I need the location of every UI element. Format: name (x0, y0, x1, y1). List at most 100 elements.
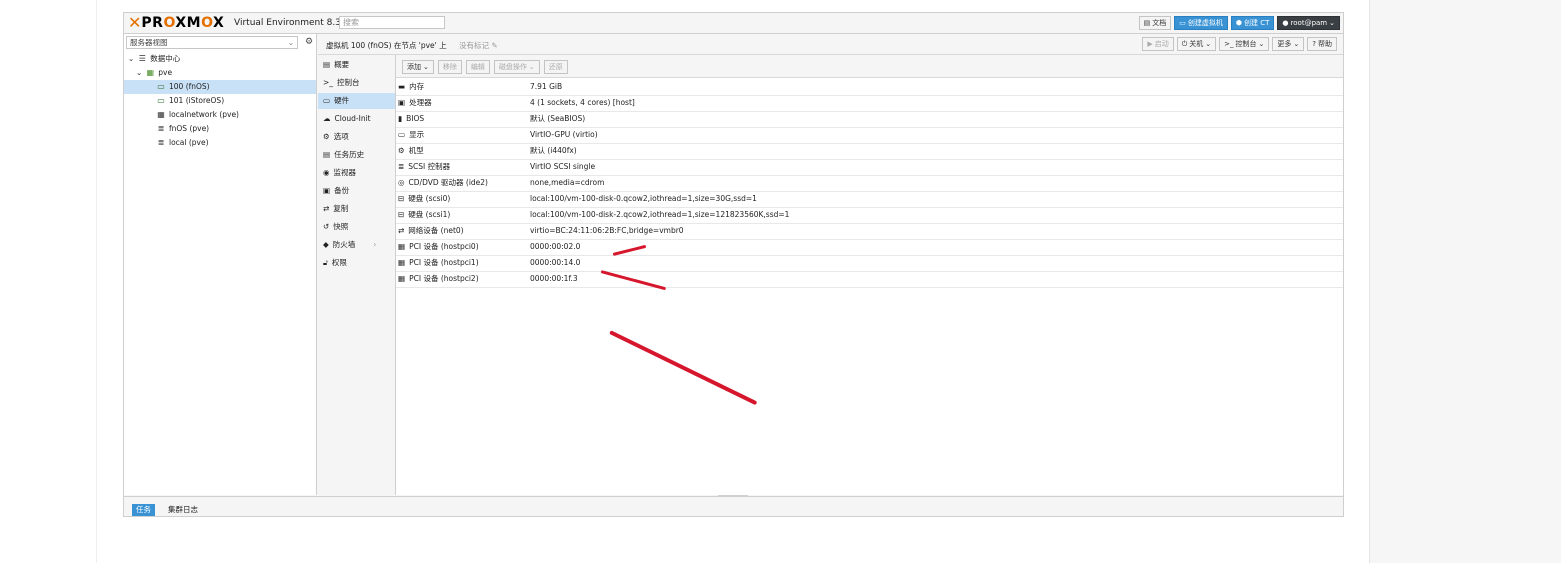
help-button[interactable]: ? 帮助 (1307, 37, 1337, 51)
collapse-icon: ⌄ (136, 68, 143, 77)
tree-node-vm-101[interactable]: ▭ 101 (iStoreOS) (156, 94, 314, 108)
shutdown-button[interactable]: ⏻ 关机 ⌄ (1176, 37, 1217, 51)
menu-item-backup[interactable]: ▣ 备份 (318, 183, 395, 199)
shield-icon: ◆ (323, 240, 329, 249)
menu-item-summary[interactable]: ▤ 概要 (318, 57, 395, 73)
history-icon: ↺ (323, 222, 330, 231)
vm-running-icon: ▭ (157, 82, 165, 91)
retweet-icon: ⇄ (323, 204, 330, 213)
gear-icon: ⚙ (323, 132, 330, 141)
version-label: Virtual Environment 8.3.2 (234, 18, 350, 28)
hardware-row-net0[interactable]: ⇄ 网络设备 (net0) virtio=BC:24:11:06:2B:FC,bri… (396, 223, 1343, 240)
power-icon: ⏻ (1181, 40, 1188, 48)
hardware-row-hostpci2[interactable]: ▦ PCI 设备 (hostpci2) 0000:00:1f.3 (396, 271, 1343, 288)
menu-item-options[interactable]: ⚙ 选项 (318, 129, 395, 145)
hardware-row-disk-scsi0[interactable]: ⊟ 硬盘 (scsi0) local:100/vm-100-disk-0.qcow2… (396, 191, 1343, 208)
create-vm-button[interactable]: ▭ 创建虚拟机 (1174, 16, 1228, 30)
hardware-row-display[interactable]: ▭ 显示 VirtIO-GPU (virtio) (396, 127, 1343, 144)
chevron-down-icon: ⌄ (1329, 19, 1335, 27)
tree-node-datacenter[interactable]: ⌄ ☰ 数据中心 (128, 52, 314, 66)
vm-running-icon: ▭ (157, 96, 165, 105)
hardware-row-scsi-controller[interactable]: ≣ SCSI 控制器 VirtIO SCSI single (396, 159, 1343, 176)
start-button[interactable]: ▶ 启动 (1142, 37, 1174, 51)
node-icon: ▦ (146, 68, 155, 77)
desktop-icon: ▭ (398, 130, 406, 139)
tree-node-storage-fnos[interactable]: ≣ fnOS (pve) (156, 122, 314, 136)
chevron-down-icon: ⌄ (423, 63, 429, 71)
hardware-row-hostpci1[interactable]: ▦ PCI 设备 (hostpci1) 0000:00:14.0 (396, 255, 1343, 272)
question-icon: ? (1312, 40, 1316, 48)
menu-item-replication[interactable]: ⇄ 复制 (318, 201, 395, 217)
user-menu-button[interactable]: ● root@pam ⌄ (1277, 16, 1340, 30)
cdrom-icon: ◎ (398, 178, 405, 187)
collapse-icon: ⌄ (128, 54, 135, 63)
tree-node-localnetwork[interactable]: ▦ localnetwork (pve) (156, 108, 314, 122)
tree-node-storage-local[interactable]: ≣ local (pve) (156, 136, 314, 150)
page-gutter-left (0, 0, 97, 563)
vm-nav-menu: ▤ 概要 >_ 控制台 ▭ 硬件 ☁ Cloud-Init ⚙ 选项 ▤ 任务历史 ◉ 监视器… (318, 55, 396, 495)
hardware-row-processor[interactable]: ▣ 处理器 4 (1 sockets, 4 cores) [host] (396, 95, 1343, 112)
tab-tasks[interactable]: 任务 (132, 504, 155, 516)
datacenter-icon: ☰ (138, 54, 146, 63)
monitor-icon: ▭ (1179, 19, 1186, 27)
play-icon: ▶ (1147, 40, 1153, 48)
exchange-icon: ⇄ (398, 226, 405, 235)
cloud-icon: ☁ (323, 114, 331, 123)
console-button[interactable]: >_ 控制台 ⌄ (1219, 37, 1270, 51)
search-input[interactable]: 搜索 (339, 16, 445, 29)
menu-item-cloud-init[interactable]: ☁ Cloud-Init (318, 111, 395, 127)
unlock-icon: 🔓︎ (323, 258, 328, 267)
more-button[interactable]: 更多 ⌄ (1272, 37, 1305, 51)
microchip-icon: ▮ (398, 114, 403, 123)
book-icon: ▤ (323, 60, 331, 69)
page-gutter-right (1369, 0, 1561, 563)
chevron-down-icon: ⌄ (1293, 40, 1300, 48)
create-ct-button[interactable]: ⬢ 创建 CT (1230, 16, 1275, 30)
book-icon: ▤ (1143, 19, 1151, 27)
menu-item-task-history[interactable]: ▤ 任务历史 (318, 147, 395, 163)
top-bar: ✕ PROXMOX Virtual Environment 8.3.2 搜索 ▤… (124, 13, 1343, 34)
gear-icon[interactable]: ⚙ (303, 36, 315, 49)
hardware-row-bios[interactable]: ▮ BIOS 默认 (SeaBIOS) (396, 111, 1343, 128)
tab-cluster-log[interactable]: 集群日志 (164, 504, 202, 516)
hardware-row-cdrom[interactable]: ◎ CD/DVD 驱动器 (ide2) none,media=cdrom (396, 175, 1343, 192)
menu-item-firewall[interactable]: ◆ 防火墙 › (318, 237, 395, 253)
chevron-down-icon: ⌄ (1258, 40, 1265, 48)
vm-title: 虚拟机 100 (fnOS) 在节点 'pve' 上 (326, 41, 447, 50)
chevron-right-icon: › (373, 240, 377, 249)
disk-action-button[interactable]: 磁盘操作 ⌄ (493, 60, 540, 74)
menu-item-console[interactable]: >_ 控制台 (318, 75, 395, 91)
docs-button[interactable]: ▤ 文档 (1138, 16, 1172, 30)
storage-icon: ≣ (157, 138, 165, 147)
hardware-row-machine[interactable]: ⚙ 机型 默认 (i440fx) (396, 143, 1343, 160)
menu-item-snapshots[interactable]: ↺ 快照 (318, 219, 395, 235)
brand-text: PROXMOX (141, 15, 225, 31)
hardware-toolbar: 添加 ⌄ 移除 编辑 磁盘操作 ⌄ 还原 (396, 55, 1343, 78)
tags-label[interactable]: 没有标记 ✎ (459, 41, 498, 50)
floppy-icon: ▣ (323, 186, 331, 195)
pci-card-icon: ▦ (398, 274, 406, 283)
tree-node-vm-100[interactable]: ▭ 100 (fnOS) (124, 80, 316, 94)
hardware-panel: 添加 ⌄ 移除 编辑 磁盘操作 ⌄ 还原 ▬ 内存 7.91 GiB ▣ 处理器 4 (1 … (396, 55, 1343, 495)
hardware-row-hostpci0[interactable]: ▦ PCI 设备 (hostpci0) 0000:00:02.0 (396, 239, 1343, 256)
resource-tree: 服务器视图 ⌄ ⚙ ⌄ ☰ 数据中心 ⌄ ▦ pve ▭ 100 (fnOS) ▭… (124, 34, 317, 495)
proxmox-logo[interactable]: ✕ PROXMOX (128, 15, 225, 32)
tree-node-pve[interactable]: ⌄ ▦ pve (136, 66, 314, 80)
menu-item-permissions[interactable]: 🔓︎ 权限 (318, 255, 395, 271)
storage-icon: ≣ (157, 124, 165, 133)
network-grid-icon: ▦ (157, 110, 165, 119)
menu-item-monitor[interactable]: ◉ 监视器 (318, 165, 395, 181)
hdd-icon: ⊟ (398, 194, 405, 203)
list-icon: ▤ (323, 150, 331, 159)
pencil-icon: ✎ (491, 41, 498, 50)
add-button[interactable]: 添加 ⌄ (402, 60, 434, 74)
terminal-icon: >_ (1224, 40, 1234, 48)
hardware-row-disk-scsi1[interactable]: ⊟ 硬盘 (scsi1) local:100/vm-100-disk-2.qcow2… (396, 207, 1343, 224)
edit-button[interactable]: 编辑 (465, 60, 490, 74)
revert-button[interactable]: 还原 (543, 60, 568, 74)
menu-item-hardware[interactable]: ▭ 硬件 (318, 93, 395, 109)
remove-button[interactable]: 移除 (437, 60, 462, 74)
hardware-row-memory[interactable]: ▬ 内存 7.91 GiB (396, 79, 1343, 96)
hdd-icon: ⊟ (398, 210, 405, 219)
view-selector[interactable]: 服务器视图 ⌄ (126, 36, 298, 49)
